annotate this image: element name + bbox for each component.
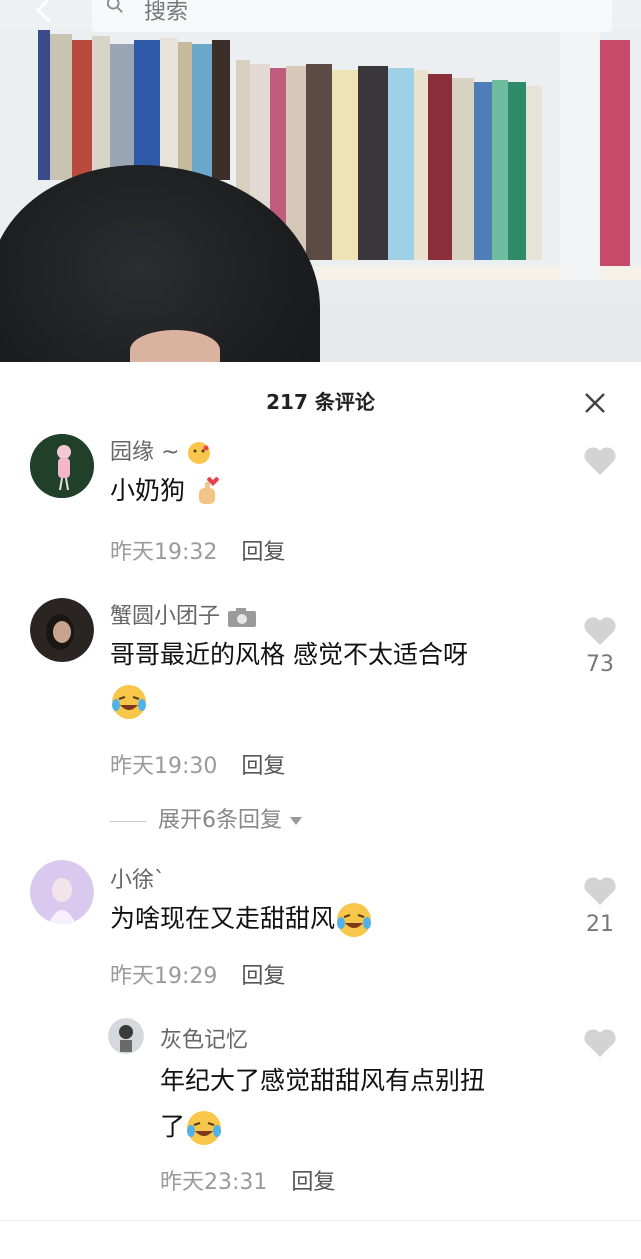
comment-author[interactable]: 小徐` [110, 862, 165, 894]
comment-time: 昨天23:31 [160, 1170, 268, 1195]
person-ear [130, 330, 220, 362]
comment-time: 昨天19:32 [110, 540, 218, 565]
comment-text: 哥哥最近的风格 感觉不太适合呀 [110, 632, 468, 724]
laughing-crying-emoji-icon [112, 685, 146, 719]
avatar[interactable] [30, 598, 94, 662]
comment-meta: 昨天19:29 回复 [110, 958, 285, 990]
comment-text: 为啥现在又走甜甜风 [110, 896, 373, 942]
reply-button[interactable]: 回复 [241, 964, 285, 989]
avatar[interactable] [108, 1018, 144, 1054]
comment-text: 年纪大了感觉甜甜风有点别扭 了 [160, 1058, 485, 1150]
author-name: 园缘 ~ [110, 440, 180, 465]
reply-button[interactable]: 回复 [241, 754, 285, 779]
comment-author[interactable]: 园缘 ~ [110, 434, 212, 466]
kiss-emoji-icon [188, 442, 211, 464]
comment-text-line: 了 [160, 1112, 186, 1141]
comment-item: 蟹圆小团子 哥哥最近的风格 感觉不太适合呀 昨天19:30 回复 73 展开6条回… [0, 598, 641, 838]
expand-replies-label: 展开6条回复 [158, 808, 282, 833]
heart-icon[interactable] [583, 446, 617, 476]
heart-icon[interactable] [583, 876, 617, 906]
heart-icon[interactable] [583, 1028, 617, 1058]
comment-text-content: 小奶狗 [110, 476, 186, 505]
comment-meta: 昨天19:30 回复 [110, 748, 285, 780]
author-name: 蟹圆小团子 [110, 604, 221, 629]
laughing-crying-emoji-icon [187, 1111, 222, 1145]
comment-author[interactable]: 蟹圆小团子 [110, 598, 257, 630]
comment-meta: 昨天23:31 回复 [160, 1164, 335, 1196]
like-count: 21 [586, 912, 614, 937]
comment-item: 小徐` 为啥现在又走甜甜风 昨天19:29 回复 21 [0, 858, 641, 1008]
search-bar[interactable]: 搜索 [92, 0, 612, 32]
reply-button[interactable]: 回复 [241, 540, 285, 565]
video-area[interactable]: 搜索 [0, 0, 641, 362]
avatar[interactable] [30, 434, 94, 498]
heart-icon[interactable] [583, 616, 617, 646]
camera-icon [228, 608, 257, 627]
search-placeholder: 搜索 [144, 0, 189, 25]
comment-meta: 昨天19:32 回复 [110, 534, 285, 566]
comment-text-line: 年纪大了感觉甜甜风有点别扭 [160, 1066, 486, 1095]
comment-author[interactable]: 灰色记忆 [160, 1022, 248, 1054]
like-count: 73 [586, 652, 614, 677]
comment-text-content: 为啥现在又走甜甜风 [110, 904, 336, 933]
expand-replies-button[interactable]: 展开6条回复 [110, 802, 303, 834]
comment-text-line: 哥哥最近的风格 感觉不太适合呀 [110, 640, 468, 669]
comment-item: 园缘 ~ 小奶狗 昨天19:32 回复 [0, 428, 641, 578]
reply-button[interactable]: 回复 [291, 1170, 335, 1195]
comment-time: 昨天19:30 [110, 754, 218, 779]
comments-count-title: 217 条评论 [266, 390, 375, 414]
back-arrow-icon[interactable] [30, 0, 58, 24]
reply-item: 灰色记忆 年纪大了感觉甜甜风有点别扭 了 昨天23:31 回复 [0, 1018, 641, 1198]
avatar[interactable] [30, 860, 94, 924]
comment-text: 小奶狗 [110, 468, 223, 514]
divider [0, 1220, 641, 1221]
caret-down-icon [290, 817, 302, 825]
finger-heart-emoji-icon [198, 477, 219, 504]
close-icon[interactable] [583, 391, 607, 415]
divider-line [110, 820, 146, 822]
search-icon [106, 0, 123, 13]
comments-panel: 217 条评论 园缘 ~ 小奶狗 昨天19:32 回复 蟹圆小团子 哥哥最近的风… [0, 362, 641, 1259]
comment-time: 昨天19:29 [110, 964, 218, 989]
laughing-crying-emoji-icon [337, 903, 372, 937]
